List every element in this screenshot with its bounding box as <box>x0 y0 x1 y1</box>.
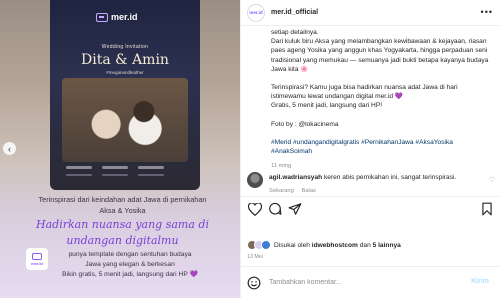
post-header: mer.id mer.id_official ••• <box>241 0 500 26</box>
inspiration-line: Aksa & Yosika <box>99 206 146 215</box>
reply-button[interactable]: Balas <box>301 188 316 194</box>
likes-prefix: Disukai oleh <box>274 241 312 249</box>
invitation-label: Wedding Invitation <box>101 44 149 50</box>
share-icon[interactable] <box>287 201 303 217</box>
comment-body: agil.wadriansyah keren abis pernikahan i… <box>269 174 456 181</box>
brand-logo: mer.id <box>96 12 138 22</box>
commenter-username[interactable]: agil.wadriansyah <box>269 174 322 181</box>
photo-credit[interactable]: Foto by : @lokacinema <box>271 120 493 129</box>
caption-paragraph: setiap detailnya. Dari kuluk biru Aksa y… <box>271 29 489 73</box>
comment-time: Sekarang <box>269 188 294 194</box>
promo-line: Jawa yang elegan & berkesan <box>85 261 175 268</box>
promo-headline: Hadirkan nuansa yang sama di undangan di… <box>10 217 235 249</box>
couple-photo <box>62 78 188 162</box>
heart-icon[interactable] <box>247 201 263 217</box>
caption-paragraph: Terinspirasi? Kamu juga bisa hadirkan nu… <box>271 84 458 110</box>
avatar[interactable]: mer.id <box>247 3 265 22</box>
commenter-avatar[interactable] <box>247 172 263 188</box>
comment-text: keren abis pernikahan ini, sangat terins… <box>323 174 457 181</box>
inspiration-line: Terinspirasi dari keindahan adat Jawa di… <box>38 195 207 204</box>
likes-others[interactable]: 5 lainnya <box>373 242 401 249</box>
headline-line: undangan digitalmu <box>66 234 179 247</box>
post-time: 11 ming <box>271 163 292 170</box>
headline-line: Hadirkan nuansa yang sama di <box>36 218 209 231</box>
post-media[interactable]: mer.id Wedding Invitation Dita & Amin #m… <box>0 0 240 298</box>
likes-summary[interactable]: Disukai oleh idwebhostcom dan 5 lainnya <box>247 240 401 250</box>
promo-line: Bikin gratis, 5 menit jadi, langsung dar… <box>62 271 198 278</box>
liker-avatar <box>261 240 271 250</box>
brand-name: mer.id <box>111 12 138 22</box>
invitation-details <box>66 166 164 169</box>
comment-icon[interactable] <box>267 201 283 217</box>
action-bar <box>241 196 500 218</box>
hashtags[interactable]: #Merid #undangandigitalgratis #Pernikaha… <box>271 138 493 156</box>
post-date: 13 Mei <box>247 254 263 260</box>
likes-text: Disukai oleh idwebhostcom dan 5 lainnya <box>274 242 401 249</box>
username-link[interactable]: mer.id_official <box>271 9 318 16</box>
post-caption: setiap detailnya. Dari kuluk biru Aksa y… <box>271 28 493 171</box>
likes-conjunction: dan <box>357 241 373 249</box>
liker-username[interactable]: idwebhostcom <box>312 242 358 249</box>
send-comment-button[interactable]: Kirim <box>471 278 489 285</box>
chevron-left-icon: ‹ <box>8 143 11 154</box>
comment-meta: Sekarang Balas <box>269 188 322 194</box>
emoji-icon[interactable] <box>247 276 261 290</box>
inspiration-text: Terinspirasi dari keindahan adat Jawa di… <box>10 194 235 216</box>
previous-slide-button[interactable]: ‹ <box>3 142 16 155</box>
add-comment-bar: Kirim <box>241 266 500 298</box>
invitation-hashtag: #meganandleather <box>106 70 144 75</box>
promo-line: punya template dengan sentuhan budaya <box>68 251 192 258</box>
comment-like-icon[interactable]: ♡ <box>489 176 495 184</box>
promo-text: punya template dengan sentuhan budaya Ja… <box>30 250 230 280</box>
post-sidebar: mer.id mer.id_official ••• setiap detail… <box>240 0 500 298</box>
comment-input[interactable] <box>269 279 454 286</box>
couple-names: Dita & Amin <box>81 52 169 68</box>
mail-icon <box>96 12 108 22</box>
invitation-details-sub <box>66 174 164 176</box>
more-options-icon[interactable]: ••• <box>481 7 493 17</box>
bookmark-icon[interactable] <box>479 201 495 217</box>
